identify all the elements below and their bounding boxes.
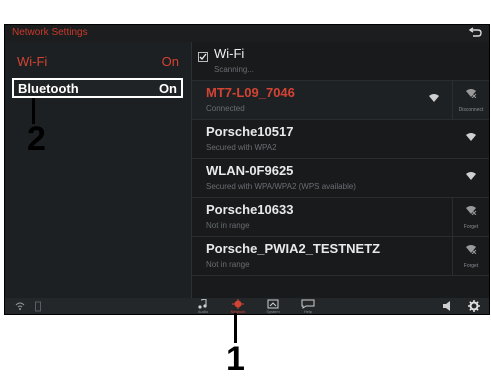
menu-item-label: Bluetooth <box>18 81 79 96</box>
network-status: Secured with WPA/WPA2 (WPS available) <box>206 182 356 191</box>
tab-network[interactable]: Network <box>223 298 253 314</box>
wifi-signal-icon <box>429 94 439 102</box>
page-title: Network Settings <box>12 27 88 38</box>
menu-item-value: On <box>161 54 179 69</box>
gear-icon[interactable] <box>468 300 480 312</box>
checkbox-checked-icon[interactable] <box>198 52 208 62</box>
network-row[interactable]: Porsche10633 Not in range Forget <box>192 198 489 237</box>
menu-item-value: On <box>158 81 177 96</box>
wifi-forget-icon <box>466 206 477 215</box>
tab-label: Help <box>303 309 313 314</box>
network-name: WLAN-0F9625 <box>206 163 294 178</box>
music-icon <box>198 299 207 309</box>
forget-button[interactable]: Forget <box>452 198 489 236</box>
network-name: Porsche10517 <box>206 124 294 139</box>
help-icon <box>301 299 315 309</box>
header: Network Settings <box>5 25 489 42</box>
wifi-status-icon <box>15 302 25 310</box>
wifi-status: Scanning... <box>214 65 255 74</box>
battery-icon <box>35 301 41 312</box>
disconnect-button[interactable]: Disconnect <box>452 81 489 119</box>
wifi-signal-icon <box>466 133 476 141</box>
wifi-toggle-row[interactable]: Wi-Fi Scanning... <box>192 42 489 81</box>
wifi-network-list: Wi-Fi Scanning... MT7-L09_7046 Connected… <box>192 42 489 298</box>
tab-label: System <box>266 309 280 314</box>
callout-2: 2 <box>27 120 46 158</box>
network-icon <box>232 299 244 309</box>
network-row[interactable]: Porsche10517 Secured with WPA2 <box>192 120 489 159</box>
tab-help[interactable]: Help <box>293 298 323 314</box>
menu-item-wifi[interactable]: Wi-Fi On <box>5 49 191 73</box>
callout-1: 1 <box>226 340 245 378</box>
network-status: Secured with WPA2 <box>206 143 277 152</box>
tab-audio[interactable]: Audio <box>188 298 218 314</box>
button-label: Disconnect <box>458 107 484 113</box>
wifi-signal-icon <box>466 172 476 180</box>
network-row[interactable]: MT7-L09_7046 Connected Disconnect <box>192 81 489 120</box>
network-row[interactable]: WLAN-0F9625 Secured with WPA/WPA2 (WPS a… <box>192 159 489 198</box>
forget-button[interactable]: Forget <box>452 237 489 275</box>
button-label: Forget <box>463 224 479 230</box>
wifi-title: Wi-Fi <box>214 46 245 61</box>
network-name: Porsche_PWIA2_TESTNETZ <box>206 241 381 256</box>
tab-label: Audio <box>197 309 209 314</box>
tab-system[interactable]: System <box>258 298 288 314</box>
tab-label: Network <box>230 309 246 314</box>
system-icon <box>267 299 279 309</box>
menu-item-bluetooth[interactable]: Bluetooth On <box>12 78 183 98</box>
network-row[interactable]: Porsche_PWIA2_TESTNETZ Not in range Forg… <box>192 237 489 276</box>
network-status: Connected <box>206 104 245 113</box>
volume-icon[interactable] <box>442 300 454 312</box>
settings-menu: Wi-Fi On Bluetooth On <box>5 42 192 298</box>
back-arrow-icon[interactable] <box>467 27 483 39</box>
network-name: MT7-L09_7046 <box>206 85 295 100</box>
menu-item-label: Wi-Fi <box>17 54 48 69</box>
network-status: Not in range <box>206 221 250 230</box>
wifi-disconnect-icon <box>466 89 477 98</box>
network-name: Porsche10633 <box>206 202 294 217</box>
bottom-bar: Audio Network System Help <box>5 298 489 314</box>
screen-frame: Network Settings Wi-Fi On Bluetooth On W… <box>4 24 490 315</box>
network-status: Not in range <box>206 260 250 269</box>
wifi-forget-icon <box>466 245 477 254</box>
callout-1-leader <box>234 313 237 343</box>
button-label: Forget <box>463 263 479 269</box>
